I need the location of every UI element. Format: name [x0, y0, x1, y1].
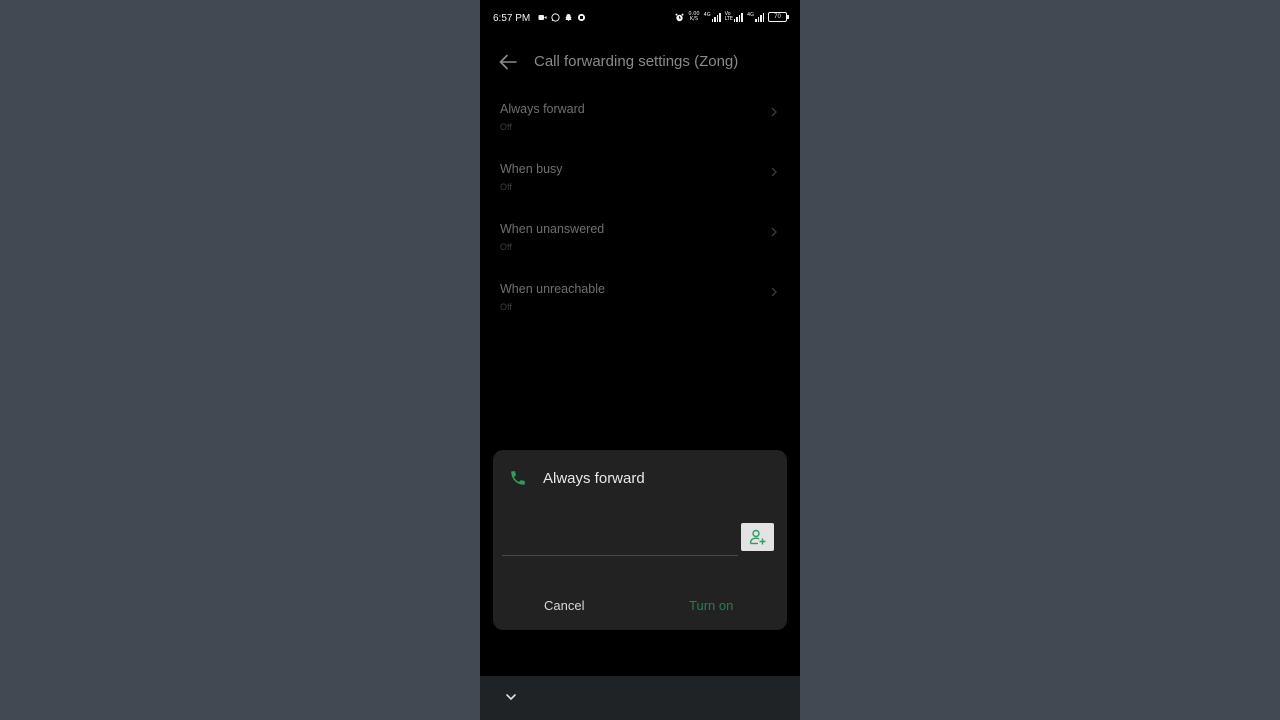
list-item-title: When unreachable: [500, 282, 605, 296]
list-item-always-forward[interactable]: Always forward Off: [480, 102, 800, 158]
list-item-status: Off: [500, 182, 512, 192]
signal-bars-icon: [733, 13, 743, 22]
status-time: 6:57 PM: [493, 13, 531, 24]
list-item-title: When busy: [500, 162, 563, 176]
chevron-right-icon: [769, 285, 779, 299]
chevron-right-icon: [769, 105, 779, 119]
sim1-network-type: 4G: [703, 11, 711, 18]
signal-bars-icon: [711, 12, 721, 22]
cancel-button[interactable]: Cancel: [544, 598, 584, 613]
list-item-status: Off: [500, 302, 512, 312]
volte-bottom: LTE: [724, 16, 733, 22]
chevron-right-icon: [769, 225, 779, 239]
app-icon: [577, 13, 586, 22]
turn-on-button[interactable]: Turn on: [689, 598, 733, 613]
list-item-status: Off: [500, 242, 512, 252]
page-title: Call forwarding settings (Zong): [534, 53, 739, 70]
signal-bars-icon: [755, 12, 764, 22]
sim2-network-type: 4G: [746, 11, 754, 18]
video-icon: [538, 13, 547, 22]
chevron-down-icon[interactable]: [504, 690, 518, 704]
list-item-title: Always forward: [500, 102, 585, 116]
sim2-signal: 4G: [746, 11, 764, 22]
app-header: Call forwarding settings (Zong): [480, 44, 800, 80]
forward-number-input[interactable]: [502, 524, 738, 556]
network-speed: 0.00 K/S: [688, 12, 699, 22]
list-item-when-unreachable[interactable]: When unreachable Off: [480, 282, 800, 338]
volte-indicator: Vo LTE: [725, 12, 743, 22]
dialog-title: Always forward: [543, 470, 645, 487]
whatsapp-icon: [551, 13, 560, 22]
list-item-title: When unanswered: [500, 222, 605, 236]
add-contact-button[interactable]: [741, 523, 774, 551]
list-item-status: Off: [500, 122, 512, 132]
phone-icon: [509, 469, 527, 487]
notification-icons: [538, 13, 586, 22]
battery-icon: 70: [768, 12, 789, 22]
network-speed-unit: K/S: [689, 16, 699, 22]
navigation-bar: [480, 676, 800, 720]
list-item-when-busy[interactable]: When busy Off: [480, 162, 800, 218]
snapchat-icon: [564, 13, 573, 22]
add-person-icon: [749, 529, 765, 545]
always-forward-dialog: Always forward Cancel Turn on: [493, 450, 787, 630]
chevron-right-icon: [769, 165, 779, 179]
back-arrow-icon[interactable]: [498, 52, 518, 72]
alarm-icon: [675, 13, 684, 22]
status-bar: 6:57 PM 0.00 K/S 4G Vo LTE 4G 70: [480, 0, 800, 36]
sim1-signal: 4G: [703, 11, 721, 22]
list-item-when-unanswered[interactable]: When unanswered Off: [480, 222, 800, 278]
phone-screen: 6:57 PM 0.00 K/S 4G Vo LTE 4G 70 Call fo…: [480, 0, 800, 720]
system-status-icons: 0.00 K/S 4G Vo LTE 4G 70: [675, 11, 789, 22]
